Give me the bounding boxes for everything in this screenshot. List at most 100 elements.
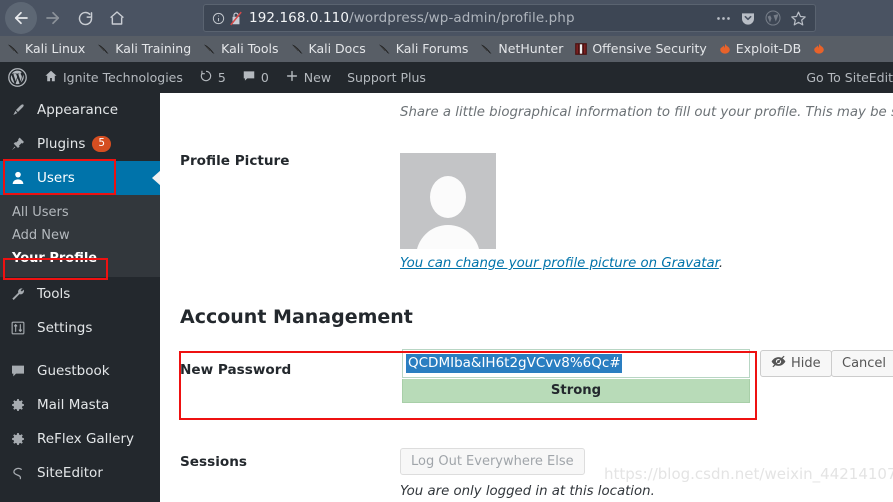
kali-dragon-icon — [479, 42, 494, 57]
bookmark-offensive-security[interactable]: Offensive Security — [574, 42, 707, 56]
sidebar-item-settings[interactable]: Settings — [0, 311, 160, 345]
bookmark-label: Kali Tools — [221, 40, 279, 56]
new-password-label: New Password — [180, 362, 292, 378]
gravatar-link[interactable]: You can change your profile picture on G… — [400, 256, 719, 271]
tools-wrench-icon — [10, 286, 32, 302]
bookmark-label: Kali Forums — [395, 40, 469, 56]
crossed-out-lock-icon[interactable] — [229, 11, 243, 26]
reload-icon[interactable] — [69, 2, 101, 34]
bookmark-label: Kali Linux — [25, 40, 86, 56]
bookmark-kali-docs[interactable]: Kali Docs — [290, 42, 366, 57]
pocket-icon[interactable] — [740, 10, 756, 26]
hide-password-button[interactable]: Hide — [760, 350, 832, 377]
bookmark-label: Kali Docs — [308, 40, 366, 56]
sidebar-item-mail-masta[interactable]: Mail Masta — [0, 388, 160, 422]
avatar-body — [416, 225, 480, 249]
profile-page-content: Share a little biographical information … — [160, 93, 893, 502]
eye-slash-icon — [771, 355, 786, 372]
sidebar-subitem-all-users[interactable]: All Users — [0, 201, 160, 224]
url-path: /wordpress/wp-admin/profile.php — [349, 10, 575, 26]
log-out-everywhere-else-button[interactable]: Log Out Everywhere Else — [400, 448, 585, 475]
admin-sidebar: Appearance Plugins 5 Users All Users Add… — [0, 93, 161, 502]
users-submenu: All Users Add New Your Profile — [0, 195, 160, 277]
back-arrow-icon[interactable] — [5, 2, 37, 34]
browser-toolbar: 192.168.0.110/wordpress/wp-admin/profile… — [0, 0, 893, 36]
sessions-note: You are only logged in at this location. — [400, 484, 655, 499]
bookmark-exploit-db[interactable]: Exploit-DB — [718, 42, 801, 56]
site-name-menu[interactable]: Ignite Technologies — [36, 62, 191, 93]
go-to-siteeditor-menu[interactable]: Go To SiteEdit — [798, 62, 893, 93]
forward-arrow-icon[interactable] — [37, 2, 69, 34]
support-label: Support Plus — [347, 70, 426, 85]
comment-icon — [10, 363, 32, 379]
hide-button-label: Hide — [791, 356, 821, 371]
gear-icon — [10, 431, 32, 447]
exploitdb-flame-icon — [718, 42, 732, 56]
bookmark-label: Exploit-DB — [735, 40, 802, 56]
sidebar-item-plugins[interactable]: Plugins 5 — [0, 127, 160, 161]
plus-icon — [285, 69, 299, 86]
navigation-buttons — [0, 2, 133, 34]
bookmark-kali-training[interactable]: Kali Training — [96, 42, 191, 57]
updates-icon — [199, 69, 213, 86]
password-strength-indicator: Strong — [402, 379, 750, 403]
exploitdb-flame-icon — [812, 42, 826, 56]
logout-button-label: Log Out Everywhere Else — [411, 454, 574, 469]
comments-count: 0 — [260, 70, 269, 85]
bookmark-kali-linux[interactable]: Kali Linux — [6, 42, 85, 57]
sidebar-item-label: Plugins — [37, 136, 86, 152]
updates-menu[interactable]: 5 — [191, 62, 234, 93]
bookmark-star-icon[interactable] — [790, 10, 807, 27]
info-circle-icon[interactable] — [212, 12, 225, 25]
new-password-input[interactable]: QCDMIba&IH6t2gVCvv8%6Qc# — [402, 349, 750, 378]
support-plus-menu[interactable]: Support Plus — [339, 62, 434, 93]
sidebar-subitem-add-new[interactable]: Add New — [0, 224, 160, 247]
bookmark-overflow[interactable] — [812, 42, 830, 56]
sidebar-item-label: Guestbook — [37, 363, 110, 379]
bookmarks-bar: Kali Linux Kali Training Kali Tools Kali… — [0, 36, 893, 62]
new-content-menu[interactable]: New — [277, 62, 339, 93]
home-icon — [44, 69, 58, 86]
wordpress-icon[interactable] — [765, 10, 781, 26]
more-dots-icon[interactable] — [716, 16, 731, 21]
home-icon[interactable] — [101, 2, 133, 34]
cancel-password-button[interactable]: Cancel — [831, 350, 893, 377]
bookmark-nethunter[interactable]: NetHunter — [479, 42, 563, 57]
sidebar-subitem-your-profile[interactable]: Your Profile — [0, 247, 160, 270]
sidebar-item-label: Appearance — [37, 102, 119, 118]
kali-dragon-icon — [6, 42, 21, 57]
bookmark-kali-tools[interactable]: Kali Tools — [202, 40, 279, 57]
avatar-head — [430, 176, 466, 218]
new-label: New — [303, 70, 332, 85]
siteeditor-icon — [10, 465, 32, 481]
sidebar-divider — [0, 345, 160, 354]
cancel-button-label: Cancel — [842, 356, 887, 371]
account-management-heading: Account Management — [180, 306, 413, 328]
gravatar-note: You can change your profile picture on G… — [400, 256, 723, 271]
sidebar-item-reflex-gallery[interactable]: ReFlex Gallery — [0, 422, 160, 456]
plugins-plug-icon — [10, 136, 32, 152]
comments-icon — [242, 69, 256, 86]
sidebar-item-label: Mail Masta — [37, 397, 110, 413]
url-host: 192.168.0.110 — [249, 10, 350, 26]
users-icon — [10, 170, 32, 186]
gear-icon — [10, 397, 32, 413]
sidebar-item-label: SiteEditor — [37, 465, 103, 481]
wordpress-logo-icon[interactable] — [0, 62, 36, 93]
sidebar-item-siteeditor[interactable]: SiteEditor — [0, 456, 160, 490]
bookmark-kali-forums[interactable]: Kali Forums — [377, 40, 469, 57]
kali-dragon-icon — [96, 42, 111, 57]
settings-sliders-icon — [10, 320, 32, 336]
kali-dragon-icon — [377, 42, 392, 57]
biographical-info-hint: Share a little biographical information … — [400, 105, 893, 120]
sidebar-item-tools[interactable]: Tools — [0, 277, 160, 311]
address-bar[interactable]: 192.168.0.110/wordpress/wp-admin/profile… — [203, 4, 816, 32]
sidebar-item-guestbook[interactable]: Guestbook — [0, 354, 160, 388]
siteeditor-label: Go To SiteEdit — [806, 70, 893, 85]
sidebar-item-users[interactable]: Users — [0, 161, 161, 195]
comments-menu[interactable]: 0 — [234, 62, 277, 93]
sidebar-item-appearance[interactable]: Appearance — [0, 93, 160, 127]
plugins-update-badge: 5 — [92, 136, 112, 152]
url-text: 192.168.0.110/wordpress/wp-admin/profile… — [249, 10, 716, 26]
watermark: https://blog.csdn.net/weixin_44214107 — [604, 465, 893, 483]
